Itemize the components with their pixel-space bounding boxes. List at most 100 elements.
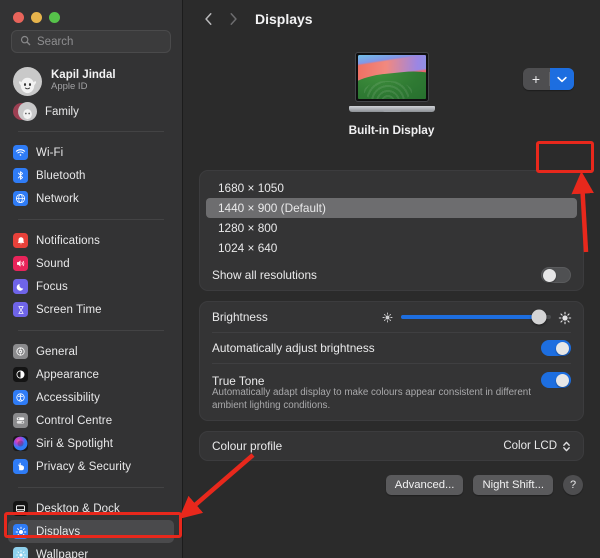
- help-button[interactable]: ?: [563, 475, 583, 496]
- sidebar-nav: Kapil Jindal Apple ID Family Wi-Fi Bluet…: [0, 59, 182, 558]
- sidebar-item-label: Wi-Fi: [36, 146, 64, 159]
- sidebar-item-appearance[interactable]: Appearance: [8, 363, 174, 386]
- sidebar-item-label: Screen Time: [36, 303, 102, 316]
- colour-profile-row[interactable]: Colour profile Color LCD: [200, 432, 583, 460]
- plus-icon[interactable]: +: [523, 68, 549, 90]
- network-globe-icon: [13, 191, 28, 206]
- chevron-left-icon: [204, 13, 212, 25]
- resolution-option[interactable]: 1280 × 800: [206, 218, 577, 238]
- sidebar-item-wallpaper[interactable]: Wallpaper: [8, 543, 174, 558]
- sidebar-item-label: Siri & Spotlight: [36, 437, 114, 450]
- desktop-dock-icon: [13, 501, 28, 516]
- sidebar-item-screen-time[interactable]: Screen Time: [8, 298, 174, 321]
- colour-profile-select[interactable]: Color LCD: [503, 440, 571, 453]
- memoji-avatar-icon: [18, 77, 37, 93]
- traffic-lights: [0, 0, 182, 23]
- avatar: [13, 66, 42, 96]
- sidebar-item-accessibility[interactable]: Accessibility: [8, 386, 174, 409]
- resolution-option[interactable]: 1680 × 1050: [206, 178, 577, 198]
- forward-button[interactable]: [222, 8, 244, 30]
- chevron-down-icon: [557, 76, 567, 82]
- system-settings-window: Search Kapil Jindal Apple ID Family Wi-F…: [0, 0, 600, 558]
- minimise-button[interactable]: [31, 12, 42, 23]
- show-all-resolutions-label: Show all resolutions: [212, 268, 317, 282]
- sidebar-item-privacy-and-security[interactable]: Privacy & Security: [8, 455, 174, 478]
- bottom-button-row: Advanced... Night Shift... ?: [183, 461, 600, 496]
- sidebar-item-notifications[interactable]: Notifications: [8, 229, 174, 252]
- add-display-dropdown-button[interactable]: [550, 68, 574, 90]
- macbook-pro-icon[interactable]: [348, 52, 435, 114]
- sidebar-item-apple-id[interactable]: Kapil Jindal Apple ID: [8, 63, 174, 99]
- display-preview: Built-in Display: [183, 38, 600, 168]
- colour-profile-value: Color LCD: [503, 440, 557, 453]
- add-display-container: +: [523, 68, 574, 90]
- brightness-track[interactable]: [401, 309, 551, 325]
- add-display-button[interactable]: +: [523, 68, 574, 90]
- sidebar-group-general: General Appearance Accessibility Control…: [8, 337, 174, 481]
- sidebar-item-wi-fi[interactable]: Wi-Fi: [8, 141, 174, 164]
- bluetooth-icon: [13, 168, 28, 183]
- colour-profile-label: Colour profile: [212, 439, 283, 454]
- sidebar-item-label: Privacy & Security: [36, 460, 132, 473]
- control-centre-icon: [13, 413, 28, 428]
- appearance-contrast-icon: [13, 367, 28, 382]
- sidebar-item-label: Control Centre: [36, 414, 113, 427]
- accessibility-icon: [13, 390, 28, 405]
- sidebar-item-label: Accessibility: [36, 391, 100, 404]
- sidebar-item-label: Sound: [36, 257, 70, 270]
- up-down-chevron-icon: [562, 440, 571, 453]
- night-shift-button[interactable]: Night Shift...: [473, 475, 553, 496]
- brightness-high-icon: [558, 311, 572, 324]
- brightness-slider[interactable]: [381, 309, 572, 325]
- sidebar-item-label: Wallpaper: [36, 548, 89, 558]
- resolution-option[interactable]: 1024 × 640: [206, 238, 577, 258]
- search-container: Search: [0, 22, 182, 59]
- speaker-icon: [13, 256, 28, 271]
- advanced-button[interactable]: Advanced...: [385, 475, 464, 496]
- family-memoji-icon: [23, 108, 32, 119]
- sidebar-item-network[interactable]: Network: [8, 187, 174, 210]
- show-all-resolutions-row: Show all resolutions: [200, 260, 583, 290]
- close-button[interactable]: [13, 12, 24, 23]
- sidebar-item-sound[interactable]: Sound: [8, 252, 174, 275]
- chevron-right-icon: [229, 13, 237, 25]
- toolbar: Displays: [183, 0, 600, 38]
- sidebar-item-siri-and-spotlight[interactable]: Siri & Spotlight: [8, 432, 174, 455]
- sidebar-divider: [18, 131, 164, 132]
- displays-brightness-icon: [13, 524, 28, 539]
- account-text: Kapil Jindal Apple ID: [51, 69, 116, 93]
- sidebar-item-displays[interactable]: Displays: [8, 520, 174, 543]
- sidebar-item-label: Focus: [36, 280, 68, 293]
- bell-icon: [13, 233, 28, 248]
- resolution-label: 1680 × 1050: [218, 181, 284, 195]
- back-button[interactable]: [197, 8, 219, 30]
- sidebar-item-control-centre[interactable]: Control Centre: [8, 409, 174, 432]
- wifi-icon: [13, 145, 28, 160]
- true-tone-row: True Tone: [200, 364, 583, 388]
- resolutions-panel: 1680 × 1050 1440 × 900 (Default) 1280 × …: [199, 170, 584, 291]
- brightness-label: Brightness: [212, 310, 268, 324]
- sidebar-item-bluetooth[interactable]: Bluetooth: [8, 164, 174, 187]
- sidebar-item-family[interactable]: Family: [8, 99, 174, 125]
- sidebar-item-label: Displays: [36, 525, 81, 538]
- sidebar-group-alerts: Notifications Sound Focus Screen Time: [8, 226, 174, 324]
- sidebar-item-focus[interactable]: Focus: [8, 275, 174, 298]
- resolution-label: 1024 × 640: [218, 241, 278, 255]
- auto-brightness-toggle[interactable]: [541, 340, 571, 356]
- maximise-button[interactable]: [49, 12, 60, 23]
- sidebar-item-desktop-and-dock[interactable]: Desktop & Dock: [8, 497, 174, 520]
- resolution-option-selected[interactable]: 1440 × 900 (Default): [206, 198, 577, 218]
- sidebar-item-label: Notifications: [36, 234, 100, 247]
- account-subtitle: Apple ID: [51, 81, 88, 93]
- brightness-row: Brightness: [200, 302, 583, 332]
- sidebar-group-desktop: Desktop & Dock Displays Wallpaper: [8, 494, 174, 558]
- search-input[interactable]: Search: [11, 30, 171, 53]
- sidebar-divider: [18, 330, 164, 331]
- resolution-label: 1440 × 900 (Default): [218, 201, 326, 215]
- show-all-resolutions-toggle[interactable]: [541, 267, 571, 283]
- sidebar-item-general[interactable]: General: [8, 340, 174, 363]
- gear-icon: [13, 344, 28, 359]
- siri-icon: [13, 436, 28, 451]
- true-tone-toggle[interactable]: [541, 372, 571, 388]
- main-content: Displays Built-in Display + 1680 × 1050 …: [183, 0, 600, 558]
